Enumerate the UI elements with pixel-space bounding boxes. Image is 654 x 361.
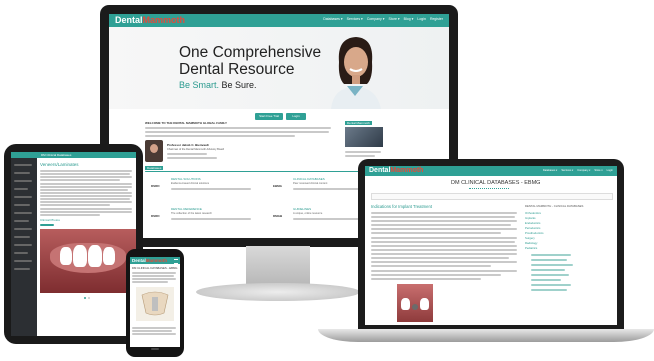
nav-item-blog[interactable]: Blog ▾ bbox=[404, 17, 414, 21]
laptop-logo[interactable]: DentalMammoth bbox=[369, 167, 423, 174]
database-card[interactable]: DSRD DENTAL REFERENCE The collection of … bbox=[145, 206, 263, 228]
top-navbar: DentalMammoth Databases ▾ Services ▾ Com… bbox=[109, 14, 449, 27]
menu-icon[interactable] bbox=[174, 259, 178, 264]
nav-item-databases[interactable]: Databases ▾ bbox=[323, 17, 342, 21]
sidebar-item[interactable]: Periodontics bbox=[525, 226, 540, 230]
home-indicator[interactable] bbox=[151, 348, 159, 350]
clinical-photo[interactable] bbox=[397, 284, 433, 322]
hero-title-line2: Dental Resource bbox=[179, 61, 295, 78]
laptop-navbar: DentalMammoth Databases ▾ Services ▾ Com… bbox=[365, 166, 617, 176]
phone-navbar: DentalMammoth bbox=[130, 257, 180, 264]
video-thumbnail[interactable] bbox=[345, 127, 383, 147]
tablet-link[interactable]: Clinical Photos bbox=[40, 218, 60, 222]
phone-screen: DentalMammoth DM CLINICAL DATABASES - EB… bbox=[130, 257, 180, 347]
laptop: DentalMammoth Databases ▾ Services ▾ Com… bbox=[358, 159, 624, 329]
nav-item[interactable]: Login bbox=[607, 169, 613, 172]
laptop-page-title: DM CLINICAL DATABASES - EBMG bbox=[451, 180, 541, 186]
welcome-heading: WELCOME TO THE DENTAL MAMMOTH GLOBAL FAM… bbox=[145, 121, 227, 125]
nav-item[interactable]: Databases ▾ bbox=[543, 169, 557, 172]
hero-title: One Comprehensive bbox=[179, 44, 322, 61]
sidebar-item[interactable]: Endodontics bbox=[525, 221, 540, 225]
nav-item-login[interactable]: Login bbox=[417, 17, 426, 21]
nav-item-company[interactable]: Company ▾ bbox=[367, 17, 385, 21]
sidebar-item[interactable]: Radiology bbox=[525, 241, 537, 245]
tablet: DM Clinical Databases Veneers/Laminates bbox=[4, 144, 143, 344]
sidebar-item[interactable]: Prosthodontics bbox=[525, 231, 544, 235]
tagline: Be Smart. Be Sure. bbox=[179, 80, 257, 90]
profile-role: Chairman of the Dental Mammoth Advisory … bbox=[167, 148, 225, 151]
laptop-search-input[interactable] bbox=[371, 193, 613, 200]
monitor-stand-base bbox=[196, 283, 360, 301]
article-title: Indications for Implant Treatment bbox=[371, 204, 432, 209]
nav-item[interactable]: Store ▾ bbox=[594, 169, 602, 172]
databases-heading: Databases bbox=[145, 166, 164, 170]
sidebar-item[interactable]: Implants bbox=[525, 216, 536, 220]
nav-item[interactable]: Services ▾ bbox=[561, 169, 573, 172]
laptop-base bbox=[318, 329, 654, 342]
phone-diagram-image[interactable] bbox=[136, 287, 174, 321]
nav-item-store[interactable]: Store ▾ bbox=[389, 17, 400, 21]
profile-photo bbox=[145, 140, 163, 162]
sidebar-item[interactable]: Surgery bbox=[525, 236, 535, 240]
site-logo[interactable]: DentalMammoth bbox=[115, 15, 185, 25]
monitor-stand bbox=[246, 246, 310, 286]
laptop-nav-menu: Databases ▾ Services ▾ Company ▾ Store ▾… bbox=[543, 169, 613, 172]
nav-menu: Databases ▾ Services ▾ Company ▾ Store ▾… bbox=[323, 17, 443, 21]
tablet-screen: DM Clinical Databases Veneers/Laminates bbox=[11, 152, 136, 336]
tablet-smile-photo[interactable] bbox=[40, 229, 136, 293]
sidebar-item[interactable]: Orthodontics bbox=[525, 211, 541, 215]
nav-item-register[interactable]: Register bbox=[430, 17, 443, 21]
profile-name: Professor Jakob C. Bienvault bbox=[167, 143, 209, 147]
laptop-screen: DentalMammoth Databases ▾ Services ▾ Com… bbox=[365, 166, 617, 325]
tablet-sidebar bbox=[11, 158, 37, 336]
phone-logo[interactable]: DentalMammoth bbox=[132, 258, 167, 263]
database-card[interactable]: DSRD DENTAL SOLUTIONS Evidence-based cli… bbox=[145, 176, 263, 198]
nav-item-services[interactable]: Services ▾ bbox=[347, 17, 363, 21]
laptop-sidebar-heading: DENTAL MAMMOTH - CLINICAL DATABASES bbox=[525, 204, 584, 208]
tablet-heading: Veneers/Laminates bbox=[40, 162, 79, 167]
side-heading: Dental Mammoth bbox=[345, 121, 372, 125]
hero-portrait-image bbox=[321, 32, 389, 109]
smartphone: DentalMammoth DM CLINICAL DATABASES - EB… bbox=[126, 249, 184, 357]
login-button[interactable]: Login bbox=[286, 113, 306, 120]
phone-title: DM CLINICAL DATABASES - EBMG bbox=[132, 266, 178, 270]
sidebar-item[interactable]: Pediatrics bbox=[525, 246, 537, 250]
start-trial-button[interactable]: Start Free Trial bbox=[255, 113, 283, 120]
nav-item[interactable]: Company ▾ bbox=[577, 169, 590, 172]
